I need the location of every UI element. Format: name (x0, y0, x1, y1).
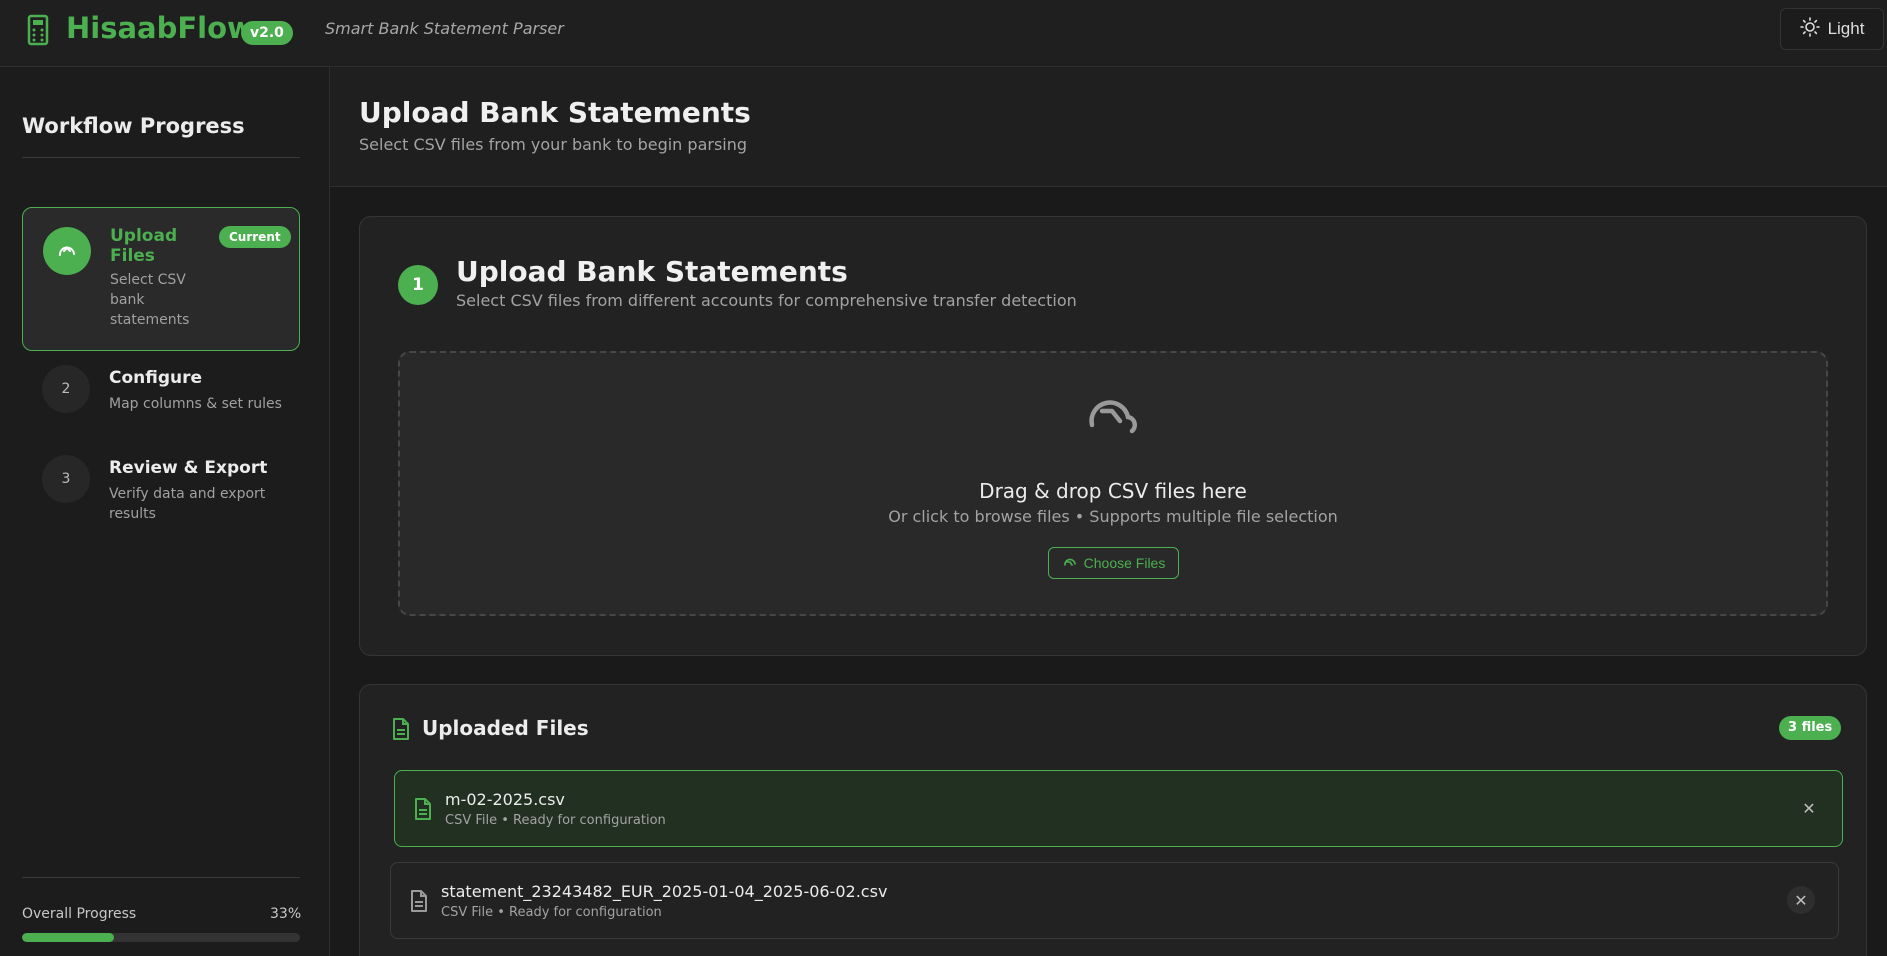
close-icon: ✕ (1802, 798, 1816, 818)
step-number-badge: 1 (398, 265, 438, 305)
theme-toggle-button[interactable]: Light (1780, 8, 1884, 50)
step-upload-files[interactable]: Upload Files Select CSV bank statements … (22, 207, 300, 351)
theme-toggle-label: Light (1827, 19, 1865, 38)
progress-label: Overall Progress (22, 906, 137, 922)
sun-icon (1799, 16, 1820, 42)
file-name: m-02-2025.csv (445, 790, 565, 809)
progress-value: 33% (270, 906, 302, 922)
page-subtitle: Select CSV files from your bank to begin… (359, 135, 748, 154)
file-meta: CSV File • Ready for configuration (441, 905, 662, 920)
file-meta: CSV File • Ready for configuration (445, 813, 666, 828)
step-configure[interactable]: 2 Configure Map columns & set rules (22, 357, 300, 437)
sidebar-title: Workflow Progress (22, 114, 245, 138)
file-dropzone[interactable]: Drag & drop CSV files here Or click to b… (398, 351, 1828, 616)
step-number: 2 (42, 365, 90, 413)
file-name: statement_23243482_EUR_2025-01-04_2025-0… (441, 882, 888, 901)
step-review-export[interactable]: 3 Review & Export Verify data and export… (22, 447, 300, 547)
top-bar: HisaabFlow v2.0 Smart Bank Statement Par… (0, 0, 1887, 67)
file-item[interactable]: m-02-2025.csv CSV File • Ready for confi… (394, 770, 1843, 847)
dropzone-subtitle: Or click to browse files • Supports mult… (888, 507, 1338, 526)
remove-file-button[interactable]: ✕ (1787, 886, 1815, 914)
file-icon (392, 718, 410, 744)
file-icon (414, 798, 432, 824)
app-tagline: Smart Bank Statement Parser (325, 19, 564, 38)
step-title: Review & Export (109, 458, 268, 478)
upload-card-title: Upload Bank Statements (456, 255, 848, 288)
divider (22, 157, 300, 158)
divider (22, 877, 300, 878)
step-description: Map columns & set rules (109, 396, 282, 412)
calculator-icon (26, 14, 50, 46)
sidebar: Workflow Progress Upload Files Select CS… (0, 67, 330, 956)
upload-cloud-icon (1062, 555, 1078, 571)
page-title: Upload Bank Statements (359, 96, 751, 129)
progress-bar (22, 933, 300, 942)
choose-files-label: Choose Files (1083, 555, 1166, 571)
remove-file-button[interactable]: ✕ (1795, 794, 1823, 822)
step-title: Upload Files (110, 226, 178, 266)
app-brand: HisaabFlow (66, 11, 254, 45)
file-icon (410, 890, 428, 916)
close-icon: ✕ (1794, 890, 1808, 910)
file-count-badge: 3 files (1779, 716, 1842, 740)
current-badge: Current (219, 226, 291, 248)
uploaded-files-title: Uploaded Files (422, 716, 589, 740)
upload-card: 1 Upload Bank Statements Select CSV file… (359, 216, 1867, 656)
upload-cloud-icon (43, 227, 91, 275)
version-badge: v2.0 (241, 21, 293, 45)
file-item[interactable]: statement_23243482_EUR_2025-01-04_2025-0… (390, 862, 1839, 939)
upload-cloud-icon (1082, 391, 1140, 435)
progress-bar-fill (22, 933, 114, 942)
uploaded-files-card: Uploaded Files 3 files m-02-2025.csv CSV… (359, 684, 1867, 956)
dropzone-title: Drag & drop CSV files here (979, 479, 1247, 503)
step-title: Configure (109, 368, 203, 388)
main-header: Upload Bank Statements Select CSV files … (330, 67, 1887, 187)
step-description: Verify data and export results (109, 486, 266, 522)
upload-card-subtitle: Select CSV files from different accounts… (456, 291, 1077, 310)
choose-files-button[interactable]: Choose Files (1048, 547, 1179, 579)
step-description: Select CSV bank statements (110, 272, 190, 328)
step-number: 3 (42, 455, 90, 503)
